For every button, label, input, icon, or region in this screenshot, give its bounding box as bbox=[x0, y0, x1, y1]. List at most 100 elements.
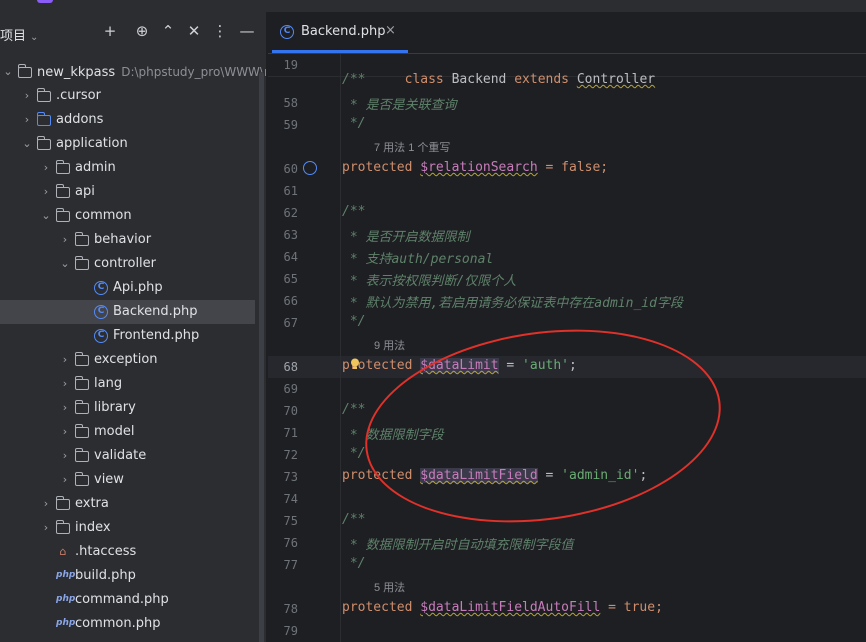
chevron-down-icon[interactable]: ⌄ bbox=[59, 252, 71, 276]
tree-item[interactable]: php build.php bbox=[0, 564, 255, 588]
string-literal: 'auth' bbox=[522, 358, 570, 373]
overridden-method-icon[interactable] bbox=[303, 161, 317, 175]
chevron-right-icon[interactable]: › bbox=[59, 420, 71, 444]
tree-item-label: controller bbox=[94, 256, 157, 271]
tree-item[interactable]: › model bbox=[0, 420, 255, 444]
tree-item-label: common bbox=[75, 208, 132, 223]
more-options-icon[interactable]: ⋮ bbox=[209, 20, 231, 42]
tree-item[interactable]: ⌄ common bbox=[0, 204, 255, 228]
project-panel-header: 项目 ⌄ + ⊕ ⌃ ✕ ⋮ — bbox=[0, 12, 266, 52]
tree-item[interactable]: › .cursor bbox=[0, 84, 255, 108]
tree-item[interactable]: ⌄ application bbox=[0, 132, 255, 156]
tree-item[interactable]: C Backend.php bbox=[0, 300, 255, 324]
tree-item[interactable]: › library bbox=[0, 396, 255, 420]
tree-item[interactable]: C Frontend.php bbox=[0, 324, 255, 348]
usages-hint[interactable]: 7 用法 1 个重写 bbox=[374, 139, 450, 155]
chevron-right-icon[interactable]: › bbox=[21, 84, 33, 108]
chevron-right-icon[interactable]: › bbox=[59, 372, 71, 396]
lightbulb-icon[interactable] bbox=[350, 358, 360, 370]
line-number: 59 bbox=[283, 118, 298, 132]
collapse-all-icon[interactable]: ✕ bbox=[183, 20, 205, 42]
expand-all-icon[interactable]: ⌃ bbox=[157, 20, 179, 42]
config-file-icon: ⌂ bbox=[59, 545, 67, 558]
chevron-right-icon[interactable]: › bbox=[59, 444, 71, 468]
tree-item[interactable]: › behavior bbox=[0, 228, 255, 252]
chevron-right-icon[interactable]: › bbox=[40, 156, 52, 180]
code-line: * 是否开启数据限制 bbox=[342, 230, 470, 245]
variable-name: $relationSearch bbox=[420, 160, 538, 175]
protected-keyword: protected bbox=[342, 600, 413, 615]
editor: C Backend.php × 19 class Backend extends… bbox=[268, 12, 866, 642]
chevron-right-icon[interactable]: › bbox=[40, 492, 52, 516]
tree-item[interactable]: › lang bbox=[0, 372, 255, 396]
tree-item[interactable]: › view bbox=[0, 468, 255, 492]
tree-item-label: lang bbox=[94, 376, 123, 391]
semicolon: ; bbox=[639, 468, 648, 483]
project-panel: 项目 ⌄ + ⊕ ⌃ ✕ ⋮ — ⌄ new_kkpass D:\phpstudy_p… bbox=[0, 12, 266, 642]
chevron-right-icon[interactable]: › bbox=[59, 348, 71, 372]
usages-hint[interactable]: 5 用法 bbox=[374, 579, 405, 595]
tree-item[interactable]: ⌂ .htaccess bbox=[0, 540, 255, 564]
php-class-icon: C bbox=[94, 329, 108, 343]
tree-item[interactable]: › api bbox=[0, 180, 255, 204]
tree-item-label: Backend.php bbox=[113, 304, 198, 319]
variable-name: $dataLimit bbox=[420, 358, 499, 373]
tree-item-label: behavior bbox=[94, 232, 152, 247]
tree-item[interactable]: C Api.php bbox=[0, 276, 255, 300]
tab-backend-php[interactable]: C Backend.php × bbox=[268, 12, 408, 53]
tree-item-label: .cursor bbox=[56, 88, 101, 103]
tree-item[interactable]: ⌄ new_kkpass D:\phpstudy_pro\WWW\ne bbox=[0, 60, 266, 84]
line-number: 74 bbox=[283, 492, 298, 506]
tree-item[interactable]: php command.php bbox=[0, 588, 255, 612]
code-line: protected $relationSearch = false; bbox=[342, 160, 608, 175]
hide-panel-icon[interactable]: — bbox=[236, 20, 258, 42]
line-number: 60 bbox=[283, 162, 298, 176]
chevron-down-icon[interactable]: ⌄ bbox=[2, 60, 14, 84]
locate-icon[interactable]: ⊕ bbox=[131, 20, 153, 42]
code-area[interactable]: 19 class Backend extends Controller /** … bbox=[268, 54, 866, 642]
project-view-selector[interactable]: 项目 ⌄ bbox=[0, 25, 38, 44]
chevron-right-icon[interactable]: › bbox=[59, 468, 71, 492]
folder-icon bbox=[36, 136, 51, 150]
tree-item[interactable]: ⌄ controller bbox=[0, 252, 255, 276]
chevron-down-icon[interactable]: ⌄ bbox=[21, 132, 33, 156]
chevron-right-icon[interactable]: › bbox=[59, 396, 71, 420]
chevron-down-icon: ⌄ bbox=[30, 32, 39, 43]
tree-item[interactable]: › extra bbox=[0, 492, 255, 516]
variable-name: $dataLimitField bbox=[420, 468, 538, 483]
line-number: 70 bbox=[283, 404, 298, 418]
tree-item[interactable]: › addons bbox=[0, 108, 255, 132]
tree-item[interactable]: › index bbox=[0, 516, 255, 540]
tree-item-label: validate bbox=[94, 448, 147, 463]
add-icon[interactable]: + bbox=[99, 20, 121, 42]
line-number: 68 bbox=[283, 360, 298, 374]
tree-item[interactable]: › admin bbox=[0, 156, 255, 180]
folder-icon bbox=[55, 496, 70, 510]
code-line: */ bbox=[342, 314, 366, 329]
parent-class: Controller bbox=[576, 72, 656, 87]
close-icon[interactable]: × bbox=[385, 23, 396, 38]
code-line: * 数据限制开启时自动填充限制字段值 bbox=[342, 538, 574, 553]
php-class-icon: C bbox=[94, 305, 108, 319]
app-accent bbox=[37, 0, 53, 3]
active-tab-indicator bbox=[272, 50, 408, 53]
tree-item[interactable]: › validate bbox=[0, 444, 255, 468]
line-number: 69 bbox=[283, 382, 298, 396]
chevron-right-icon[interactable]: › bbox=[59, 228, 71, 252]
project-scrollbar[interactable] bbox=[259, 72, 264, 642]
tree-item[interactable]: › exception bbox=[0, 348, 255, 372]
line-number: 78 bbox=[283, 602, 298, 616]
usages-hint[interactable]: 9 用法 bbox=[374, 337, 405, 353]
tree-item-label: library bbox=[94, 400, 136, 415]
code-line: * 数据限制字段 bbox=[342, 428, 444, 443]
code-line: /** bbox=[342, 204, 366, 219]
chevron-right-icon[interactable]: › bbox=[40, 180, 52, 204]
folder-icon bbox=[74, 424, 89, 438]
tree-item[interactable]: php common.php bbox=[0, 612, 255, 636]
chevron-right-icon[interactable]: › bbox=[40, 516, 52, 540]
chevron-right-icon[interactable]: › bbox=[21, 108, 33, 132]
tree-item-label: addons bbox=[56, 112, 104, 127]
tree-item-label: .htaccess bbox=[75, 544, 137, 559]
tree-item-label: extra bbox=[75, 496, 109, 511]
chevron-down-icon[interactable]: ⌄ bbox=[40, 204, 52, 228]
